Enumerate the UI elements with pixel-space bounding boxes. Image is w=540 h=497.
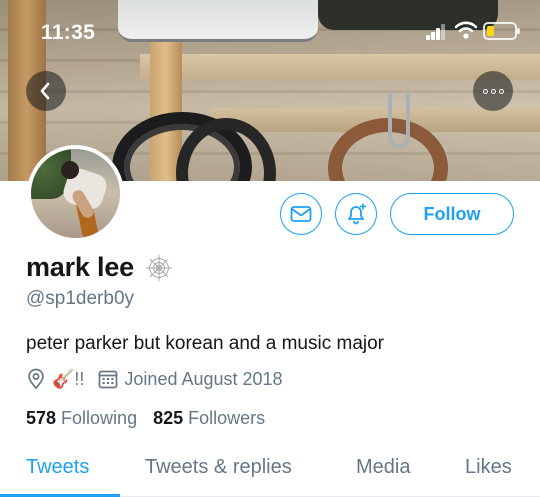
tab-media[interactable]: Media — [356, 456, 410, 479]
following-count: 578 — [26, 408, 57, 428]
calendar-icon — [99, 370, 118, 389]
location: 🎸!! — [26, 368, 84, 390]
following-stat[interactable]: 578 Following — [26, 408, 137, 429]
bell-plus-icon — [348, 203, 367, 225]
tab-tweets-replies[interactable]: Tweets & replies — [145, 456, 292, 479]
message-button[interactable] — [280, 193, 322, 235]
followers-label: Followers — [188, 408, 266, 428]
chevron-left-icon — [40, 82, 50, 100]
tab-likes[interactable]: Likes — [465, 456, 512, 479]
avatar[interactable] — [27, 145, 124, 242]
banner-hook — [388, 92, 410, 148]
profile-tabs: Tweets Tweets & replies Media Likes — [0, 444, 540, 497]
following-label: Following — [61, 408, 138, 428]
bio: peter parker but korean and a music majo… — [26, 333, 385, 354]
tab-tweets[interactable]: Tweets — [26, 456, 89, 479]
wifi-icon — [455, 21, 477, 39]
profile-meta: 🎸!! Joined August 2018 — [26, 368, 297, 390]
follow-button[interactable]: Follow — [390, 193, 514, 235]
spider-web-icon — [145, 254, 172, 281]
battery-level — [487, 26, 494, 36]
back-button[interactable] — [26, 71, 66, 111]
location-pin-icon — [28, 368, 44, 390]
status-bar: 11:35 — [0, 0, 540, 64]
name-row: mark lee — [26, 252, 174, 283]
followers-count: 825 — [153, 408, 184, 428]
display-name: mark lee — [26, 252, 134, 282]
more-options-button[interactable] — [473, 71, 513, 111]
joined-date: Joined August 2018 — [98, 368, 283, 390]
status-time: 11:35 — [41, 21, 96, 44]
user-handle: @sp1derb0y — [26, 288, 135, 309]
joined-text: Joined August 2018 — [124, 368, 283, 389]
follow-stats: 578 Following 825 Followers — [26, 408, 265, 429]
mail-icon — [290, 206, 312, 222]
cellular-signal-icon — [426, 24, 446, 40]
followers-stat[interactable]: 825 Followers — [153, 408, 265, 429]
notifications-button[interactable] — [335, 193, 377, 235]
more-horizontal-icon — [482, 88, 504, 94]
battery-icon — [483, 22, 520, 40]
location-text: 🎸!! — [52, 368, 85, 389]
